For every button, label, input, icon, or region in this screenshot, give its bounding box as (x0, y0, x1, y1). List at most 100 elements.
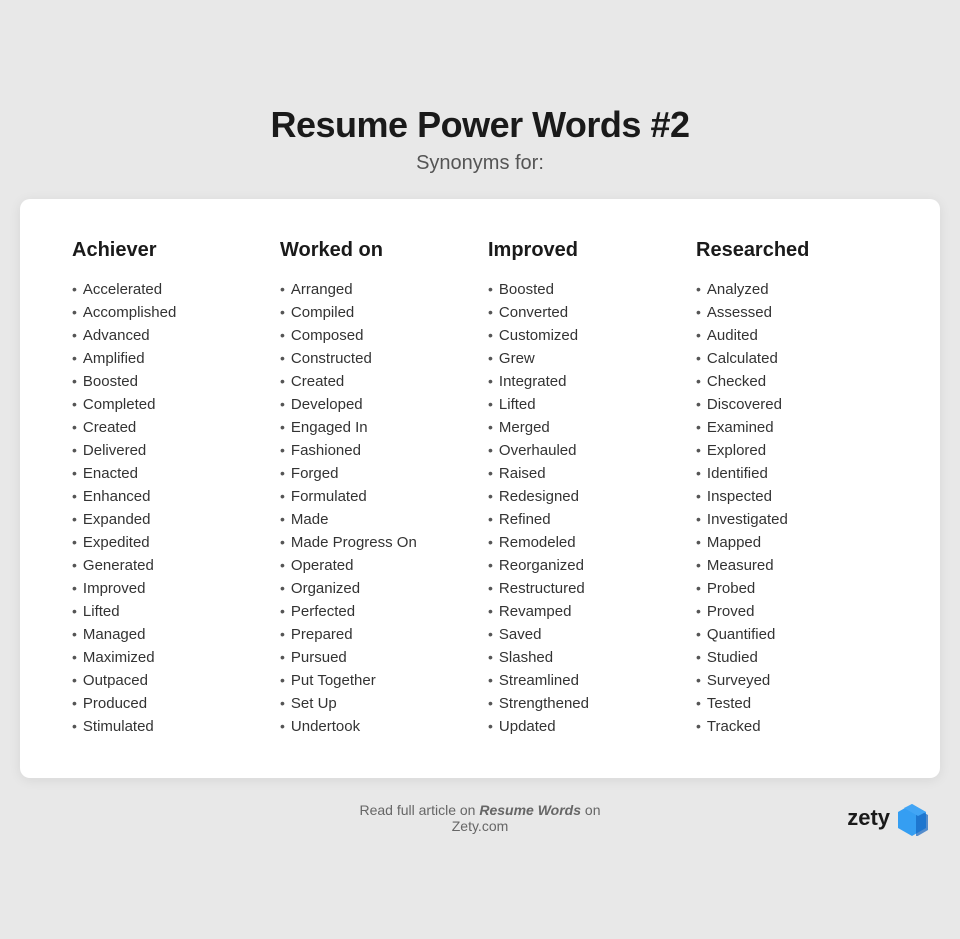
list-item: Converted (488, 301, 680, 324)
list-item: Probed (696, 577, 888, 600)
list-item: Raised (488, 462, 680, 485)
list-item: Fashioned (280, 439, 472, 462)
list-item: Surveyed (696, 669, 888, 692)
list-item: Studied (696, 646, 888, 669)
list-item: Created (280, 370, 472, 393)
list-item: Boosted (72, 370, 264, 393)
column-3: Researched AnalyzedAssessedAuditedCalcula… (688, 239, 896, 738)
list-item: Assessed (696, 301, 888, 324)
list-item: Perfected (280, 600, 472, 623)
list-item: Forged (280, 462, 472, 485)
list-item: Boosted (488, 278, 680, 301)
list-item: Delivered (72, 439, 264, 462)
list-item: Discovered (696, 393, 888, 416)
list-item: Quantified (696, 623, 888, 646)
zety-logo: zety (847, 800, 930, 836)
word-list-0: AcceleratedAccomplishedAdvancedAmplified… (72, 278, 264, 738)
list-item: Undertook (280, 715, 472, 738)
list-item: Constructed (280, 347, 472, 370)
list-item: Strengthened (488, 692, 680, 715)
page-wrapper: Resume Power Words #2 Synonyms for: Achi… (20, 104, 940, 836)
list-item: Composed (280, 324, 472, 347)
list-item: Mapped (696, 531, 888, 554)
list-item: Explored (696, 439, 888, 462)
list-item: Inspected (696, 485, 888, 508)
list-item: Put Together (280, 669, 472, 692)
list-item: Examined (696, 416, 888, 439)
list-item: Made (280, 508, 472, 531)
column-title-0: Achiever (72, 239, 264, 262)
word-list-1: ArrangedCompiledComposedConstructedCreat… (280, 278, 472, 738)
list-item: Maximized (72, 646, 264, 669)
list-item: Set Up (280, 692, 472, 715)
list-item: Streamlined (488, 669, 680, 692)
list-item: Operated (280, 554, 472, 577)
list-item: Generated (72, 554, 264, 577)
list-item: Overhauled (488, 439, 680, 462)
list-item: Redesigned (488, 485, 680, 508)
list-item: Analyzed (696, 278, 888, 301)
list-item: Completed (72, 393, 264, 416)
list-item: Formulated (280, 485, 472, 508)
column-title-3: Researched (696, 239, 888, 262)
list-item: Arranged (280, 278, 472, 301)
list-item: Accelerated (72, 278, 264, 301)
main-title: Resume Power Words #2 (271, 104, 690, 146)
list-item: Grew (488, 347, 680, 370)
list-item: Engaged In (280, 416, 472, 439)
list-item: Remodeled (488, 531, 680, 554)
list-item: Amplified (72, 347, 264, 370)
list-item: Calculated (696, 347, 888, 370)
list-item: Improved (72, 577, 264, 600)
list-item: Accomplished (72, 301, 264, 324)
list-item: Pursued (280, 646, 472, 669)
list-item: Lifted (488, 393, 680, 416)
column-0: Achiever AcceleratedAccomplishedAdvancedA… (64, 239, 272, 738)
footer-link-text[interactable]: Resume Words (479, 802, 581, 818)
footer: Read full article on Resume Words on Zet… (20, 800, 940, 836)
list-item: Audited (696, 324, 888, 347)
column-1: Worked on ArrangedCompiledComposedConstru… (272, 239, 480, 738)
list-item: Expanded (72, 508, 264, 531)
columns-grid: AchieverAcceleratedAccomplishedAdvancedA… (64, 239, 896, 738)
list-item: Compiled (280, 301, 472, 324)
zety-icon (894, 800, 930, 836)
list-item: Created (72, 416, 264, 439)
column-2: Improved BoostedConvertedCustomizedGrewIn… (480, 239, 688, 738)
list-item: Refined (488, 508, 680, 531)
list-item: Proved (696, 600, 888, 623)
zety-brand-text: zety (847, 805, 890, 831)
list-item: Lifted (72, 600, 264, 623)
list-item: Enacted (72, 462, 264, 485)
list-item: Integrated (488, 370, 680, 393)
list-item: Developed (280, 393, 472, 416)
list-item: Restructured (488, 577, 680, 600)
list-item: Merged (488, 416, 680, 439)
list-item: Made Progress On (280, 531, 472, 554)
header: Resume Power Words #2 Synonyms for: (271, 104, 690, 175)
footer-text: Read full article on Resume Words on Zet… (330, 802, 630, 834)
list-item: Checked (696, 370, 888, 393)
list-item: Organized (280, 577, 472, 600)
column-title-2: Improved (488, 239, 680, 262)
list-item: Reorganized (488, 554, 680, 577)
list-item: Saved (488, 623, 680, 646)
column-title-1: Worked on (280, 239, 472, 262)
list-item: Revamped (488, 600, 680, 623)
list-item: Prepared (280, 623, 472, 646)
list-item: Outpaced (72, 669, 264, 692)
word-list-3: AnalyzedAssessedAuditedCalculatedChecked… (696, 278, 888, 738)
list-item: Expedited (72, 531, 264, 554)
word-list-2: BoostedConvertedCustomizedGrewIntegrated… (488, 278, 680, 738)
list-item: Produced (72, 692, 264, 715)
list-item: Measured (696, 554, 888, 577)
list-item: Managed (72, 623, 264, 646)
list-item: Tested (696, 692, 888, 715)
list-item: Customized (488, 324, 680, 347)
subtitle: Synonyms for: (271, 152, 690, 175)
list-item: Slashed (488, 646, 680, 669)
content-card: AchieverAcceleratedAccomplishedAdvancedA… (20, 199, 940, 778)
list-item: Stimulated (72, 715, 264, 738)
list-item: Advanced (72, 324, 264, 347)
list-item: Identified (696, 462, 888, 485)
